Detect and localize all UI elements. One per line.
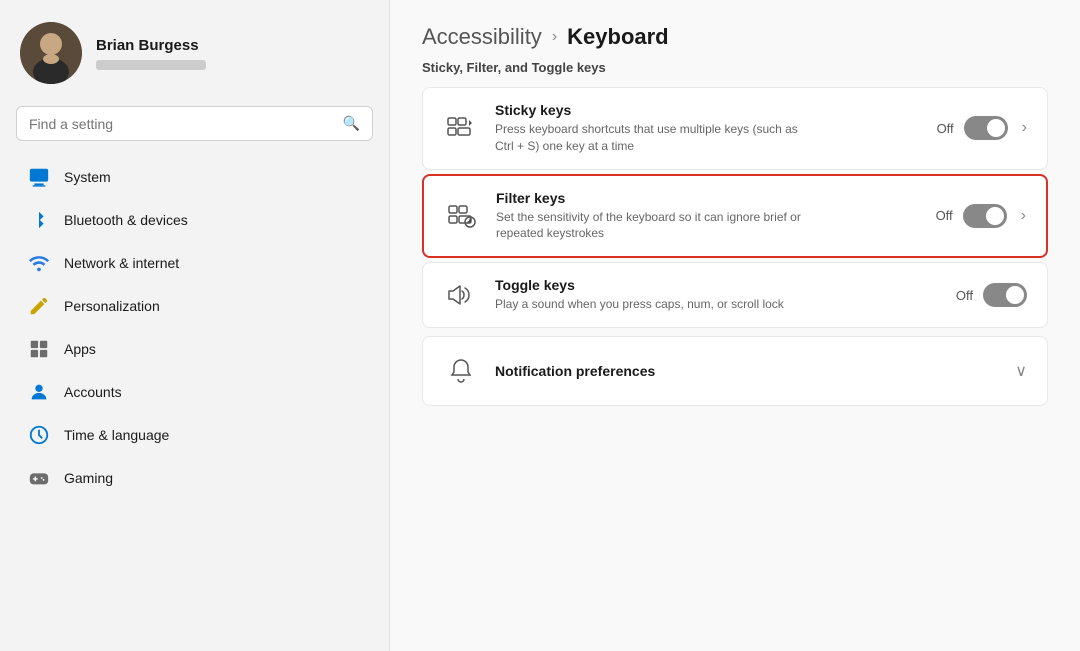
toggle-keys-label: Toggle keys xyxy=(495,277,940,293)
sidebar-item-label-accounts: Accounts xyxy=(64,384,122,400)
sidebar-item-apps[interactable]: Apps xyxy=(8,328,381,370)
sticky-keys-toggle[interactable] xyxy=(964,116,1008,140)
sidebar-item-label-network: Network & internet xyxy=(64,255,179,271)
toggle-keys-text: Toggle keys Play a sound when you press … xyxy=(495,277,940,313)
toggle-keys-desc: Play a sound when you press caps, num, o… xyxy=(495,296,815,313)
filter-keys-chevron: › xyxy=(1021,207,1026,225)
toggle-keys-thumb xyxy=(1006,286,1024,304)
sidebar-item-label-apps: Apps xyxy=(64,341,96,357)
toggle-keys-icon xyxy=(443,277,479,313)
sidebar-item-system[interactable]: System xyxy=(8,156,381,198)
search-box[interactable]: 🔍 xyxy=(16,106,373,141)
notification-preferences-card: Notification preferences ∨ xyxy=(422,336,1048,406)
filter-keys-card: Filter keys Set the sensitivity of the k… xyxy=(422,174,1048,259)
search-input[interactable] xyxy=(29,116,335,132)
sticky-keys-state: Off xyxy=(937,121,954,136)
filter-keys-label: Filter keys xyxy=(496,190,920,206)
sticky-keys-control: Off › xyxy=(937,116,1027,140)
apps-icon xyxy=(28,338,50,360)
notification-preferences-label: Notification preferences xyxy=(495,363,999,379)
toggle-keys-state: Off xyxy=(956,288,973,303)
avatar-image xyxy=(20,22,82,84)
main-content: Accessibility › Keyboard Sticky, Filter,… xyxy=(390,0,1080,651)
sticky-keys-text: Sticky keys Press keyboard shortcuts tha… xyxy=(495,102,921,155)
filter-keys-track xyxy=(963,204,1007,228)
toggle-keys-track xyxy=(983,283,1027,307)
sticky-keys-desc: Press keyboard shortcuts that use multip… xyxy=(495,121,815,155)
user-status-bar xyxy=(96,60,206,70)
system-icon xyxy=(28,166,50,188)
filter-keys-icon xyxy=(444,198,480,234)
user-profile: Brian Burgess xyxy=(0,0,389,102)
filter-keys-desc: Set the sensitivity of the keyboard so i… xyxy=(496,209,816,243)
notification-chevron-down: ∨ xyxy=(1015,361,1027,381)
time-icon xyxy=(28,424,50,446)
sidebar-item-label-time: Time & language xyxy=(64,427,169,443)
sticky-keys-chevron: › xyxy=(1022,119,1027,137)
bluetooth-icon xyxy=(28,209,50,231)
user-info: Brian Burgess xyxy=(96,37,206,70)
toggle-keys-card: Toggle keys Play a sound when you press … xyxy=(422,262,1048,328)
user-name: Brian Burgess xyxy=(96,37,206,54)
filter-keys-thumb xyxy=(986,207,1004,225)
sidebar-item-personalization[interactable]: Personalization xyxy=(8,285,381,327)
breadcrumb-parent: Accessibility xyxy=(422,24,542,50)
filter-keys-control: Off › xyxy=(936,204,1026,228)
notification-preferences-row[interactable]: Notification preferences ∨ xyxy=(423,337,1047,405)
filter-keys-toggle[interactable] xyxy=(963,204,1007,228)
filter-keys-row[interactable]: Filter keys Set the sensitivity of the k… xyxy=(424,176,1046,257)
sidebar-item-time[interactable]: Time & language xyxy=(8,414,381,456)
breadcrumb: Accessibility › Keyboard xyxy=(422,24,1048,50)
sidebar-item-label-bluetooth: Bluetooth & devices xyxy=(64,212,188,228)
sticky-keys-label: Sticky keys xyxy=(495,102,921,118)
breadcrumb-chevron: › xyxy=(552,28,557,46)
sidebar-item-label-personalization: Personalization xyxy=(64,298,160,314)
toggle-keys-control: Off xyxy=(956,283,1027,307)
sidebar-item-bluetooth[interactable]: Bluetooth & devices xyxy=(8,199,381,241)
gaming-icon xyxy=(28,467,50,489)
sticky-keys-icon xyxy=(443,110,479,146)
filter-keys-state: Off xyxy=(936,208,953,223)
nav-list: System Bluetooth & devices Network & int… xyxy=(0,149,389,651)
personalization-icon xyxy=(28,295,50,317)
sticky-keys-row[interactable]: Sticky keys Press keyboard shortcuts tha… xyxy=(423,88,1047,169)
sticky-keys-track xyxy=(964,116,1008,140)
sticky-keys-card: Sticky keys Press keyboard shortcuts tha… xyxy=(422,87,1048,170)
sidebar-item-gaming[interactable]: Gaming xyxy=(8,457,381,499)
sidebar-item-label-gaming: Gaming xyxy=(64,470,113,486)
toggle-keys-toggle[interactable] xyxy=(983,283,1027,307)
filter-keys-text: Filter keys Set the sensitivity of the k… xyxy=(496,190,920,243)
sidebar-item-label-system: System xyxy=(64,169,111,185)
avatar xyxy=(20,22,82,84)
notification-preferences-icon xyxy=(443,353,479,389)
search-icon: 🔍 xyxy=(343,115,360,132)
accounts-icon xyxy=(28,381,50,403)
network-icon xyxy=(28,252,50,274)
sidebar: Brian Burgess 🔍 System xyxy=(0,0,390,651)
toggle-keys-row[interactable]: Toggle keys Play a sound when you press … xyxy=(423,263,1047,327)
breadcrumb-current: Keyboard xyxy=(567,24,668,50)
sidebar-item-accounts[interactable]: Accounts xyxy=(8,371,381,413)
sticky-keys-thumb xyxy=(987,119,1005,137)
section-title: Sticky, Filter, and Toggle keys xyxy=(422,60,1048,75)
sidebar-item-network[interactable]: Network & internet xyxy=(8,242,381,284)
